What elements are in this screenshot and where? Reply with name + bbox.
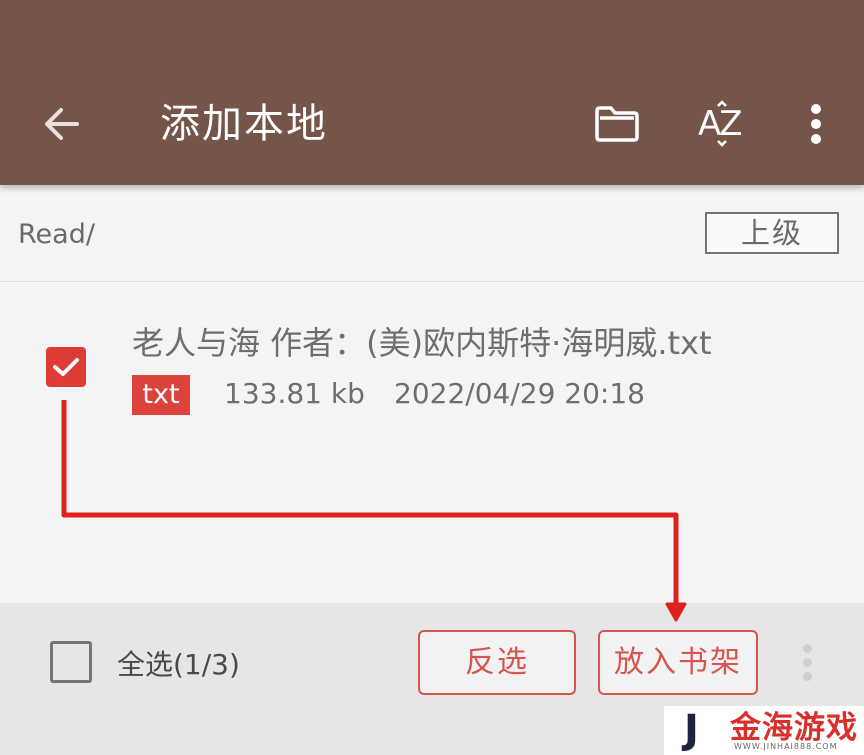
sort-button[interactable]: AZ [694, 100, 750, 150]
add-to-bookshelf-button[interactable]: 放入书架 [598, 630, 758, 695]
invert-selection-button[interactable]: 反选 [418, 630, 576, 695]
more-vert-icon [811, 104, 821, 114]
file-checkbox[interactable] [46, 347, 86, 387]
back-button[interactable] [38, 103, 84, 145]
sort-arrows-icon [717, 100, 727, 147]
arrow-left-icon [45, 108, 79, 140]
more-options-button[interactable] [798, 100, 834, 148]
watermark-logo-mark: J [684, 707, 699, 753]
folder-button[interactable] [590, 100, 644, 148]
more-vert-icon [803, 644, 812, 653]
select-all-checkbox[interactable] [50, 641, 92, 683]
folder-icon [595, 106, 639, 142]
watermark-logo: J 金海游戏 WWW.JINHAI888.COM [664, 706, 864, 755]
parent-directory-button[interactable]: 上级 [705, 212, 839, 254]
file-size: 133.81 kb [224, 377, 365, 410]
file-date: 2022/04/29 20:18 [394, 377, 645, 410]
watermark-url: WWW.JINHAI888.COM [734, 742, 838, 751]
file-name: 老人与海 作者：(美)欧内斯特·海明威.txt [132, 324, 712, 362]
select-all-label[interactable]: 全选(1/3) [117, 643, 240, 683]
page-title: 添加本地 [160, 101, 328, 147]
file-type-badge: txt [132, 375, 190, 415]
current-path: Read/ [18, 219, 95, 250]
check-icon [53, 358, 79, 376]
bottom-more-button[interactable] [798, 640, 818, 686]
app-bar: 添加本地 AZ [0, 0, 864, 185]
